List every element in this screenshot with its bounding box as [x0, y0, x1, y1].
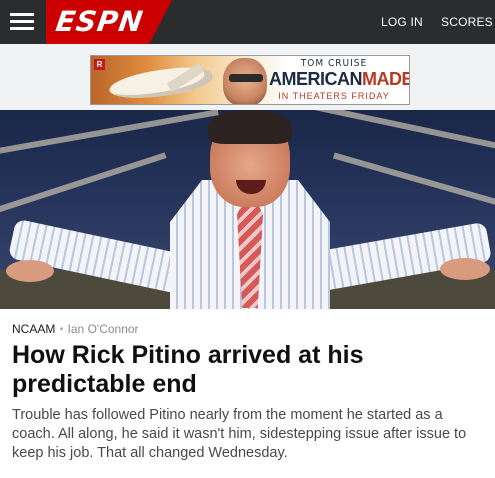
login-link[interactable]: LOG IN	[381, 0, 423, 44]
meta-separator: •	[59, 322, 64, 336]
section-link[interactable]: NCAAM	[12, 322, 55, 336]
article-meta: NCAAM • Ian O'Connor	[12, 321, 139, 337]
coach-hair	[208, 110, 292, 144]
rafter	[0, 152, 167, 214]
scores-link[interactable]: SCORES	[441, 0, 493, 44]
ad-release-text: IN THEATERS FRIDAY	[278, 91, 390, 101]
rating-badge: R	[94, 59, 105, 70]
ad-sunglasses	[229, 74, 263, 82]
rafter	[333, 152, 495, 214]
article-headline[interactable]: How Rick Pitino arrived at his predictab…	[12, 341, 482, 399]
hamburger-menu-icon[interactable]	[0, 0, 46, 44]
espn-logo[interactable]: ESPN	[54, 5, 146, 38]
ad-title-part2: MADE	[362, 69, 410, 89]
article-summary: Trouble has followed Pitino nearly from …	[12, 407, 467, 461]
ad-actor-name: TOM CRUISE	[300, 58, 368, 69]
author-name: Ian O'Connor	[67, 322, 139, 336]
rafter	[0, 110, 219, 157]
advertisement[interactable]: R TOM CRUISE AMERICANMADE IN THEATERS FR…	[90, 55, 410, 105]
rafter	[262, 110, 495, 153]
ad-title-part1: AMERICAN	[269, 69, 363, 89]
left-hand	[6, 260, 54, 282]
top-nav-bar: ESPN LOG IN SCORES	[0, 0, 495, 44]
hero-image[interactable]	[0, 110, 495, 309]
ad-movie-title: AMERICANMADE	[269, 69, 409, 89]
ad-banner-area: R TOM CRUISE AMERICANMADE IN THEATERS FR…	[0, 44, 495, 110]
right-hand	[440, 258, 490, 280]
ad-airplane-image	[107, 62, 215, 104]
